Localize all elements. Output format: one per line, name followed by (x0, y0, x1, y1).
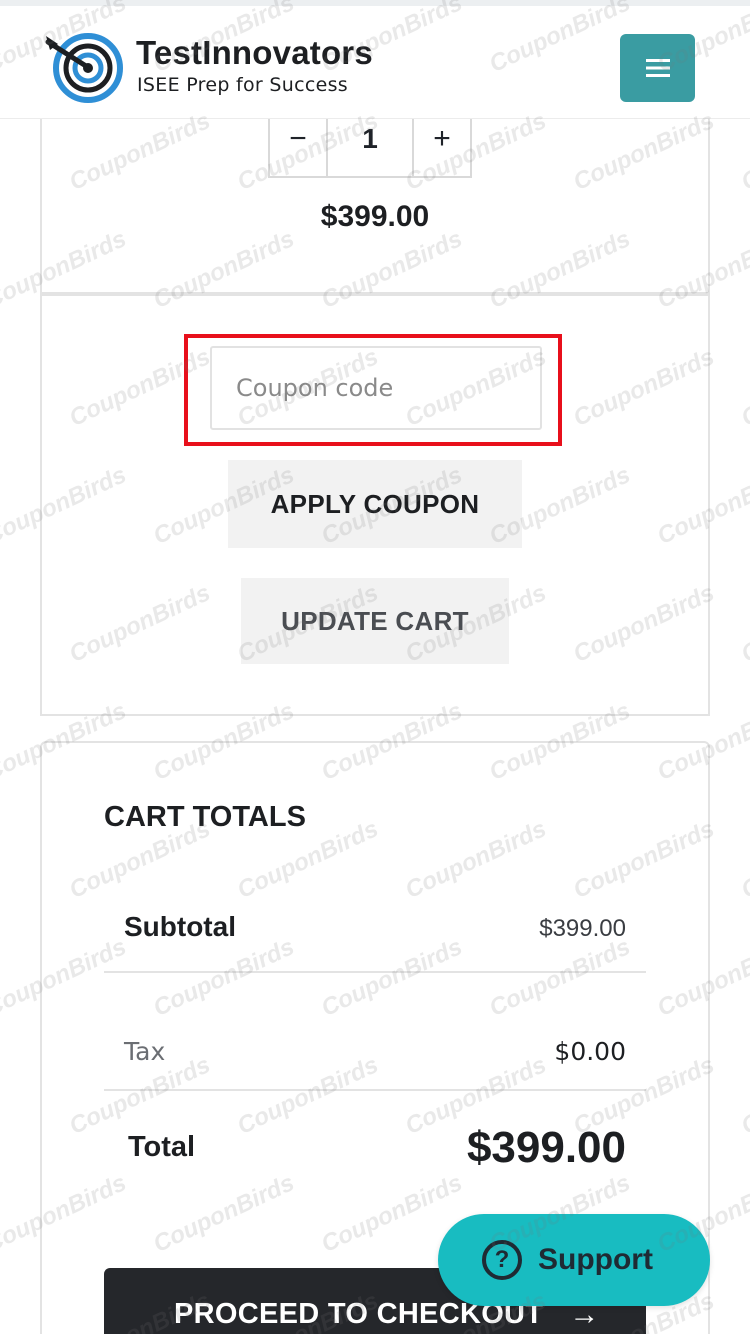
watermark-text: CouponBirds (737, 1051, 750, 1140)
tax-label: Tax (124, 1037, 166, 1066)
brand-name[interactable]: TestInnovators (136, 34, 373, 72)
support-label: Support (538, 1243, 653, 1276)
total-row: Total $399.00 (104, 1113, 646, 1193)
cart-item-card: − 1 + $399.00 (40, 90, 710, 294)
watermark-text: CouponBirds (737, 579, 750, 668)
tax-row: Tax $0.00 (104, 1011, 646, 1091)
menu-button[interactable] (620, 34, 695, 102)
subtotal-row: Subtotal $399.00 (104, 893, 646, 973)
question-circle-icon: ? (482, 1240, 522, 1280)
coupon-code-input[interactable] (210, 346, 542, 430)
apply-coupon-button[interactable]: APPLY COUPON (228, 460, 522, 548)
watermark-text: CouponBirds (737, 107, 750, 196)
site-header: TestInnovators ISEE Prep for Success (0, 0, 750, 118)
subtotal-label: Subtotal (124, 911, 236, 942)
update-cart-button[interactable]: UPDATE CART (241, 578, 509, 664)
total-label: Total (128, 1131, 196, 1163)
target-logo-icon[interactable] (44, 28, 124, 108)
watermark-text: CouponBirds (737, 343, 750, 432)
watermark-text: CouponBirds (737, 1287, 750, 1334)
subtotal-value: $399.00 (539, 915, 626, 942)
brand-tagline: ISEE Prep for Success (137, 74, 348, 96)
cart-totals-title: CART TOTALS (104, 801, 306, 833)
total-value: $399.00 (466, 1123, 626, 1172)
watermark-text: CouponBirds (737, 815, 750, 904)
hamburger-icon (645, 59, 670, 77)
coupon-card: APPLY COUPON UPDATE CART (40, 294, 710, 716)
support-button[interactable]: ? Support (438, 1214, 710, 1306)
item-price: $399.00 (320, 200, 430, 233)
tax-value: $0.00 (554, 1037, 626, 1066)
